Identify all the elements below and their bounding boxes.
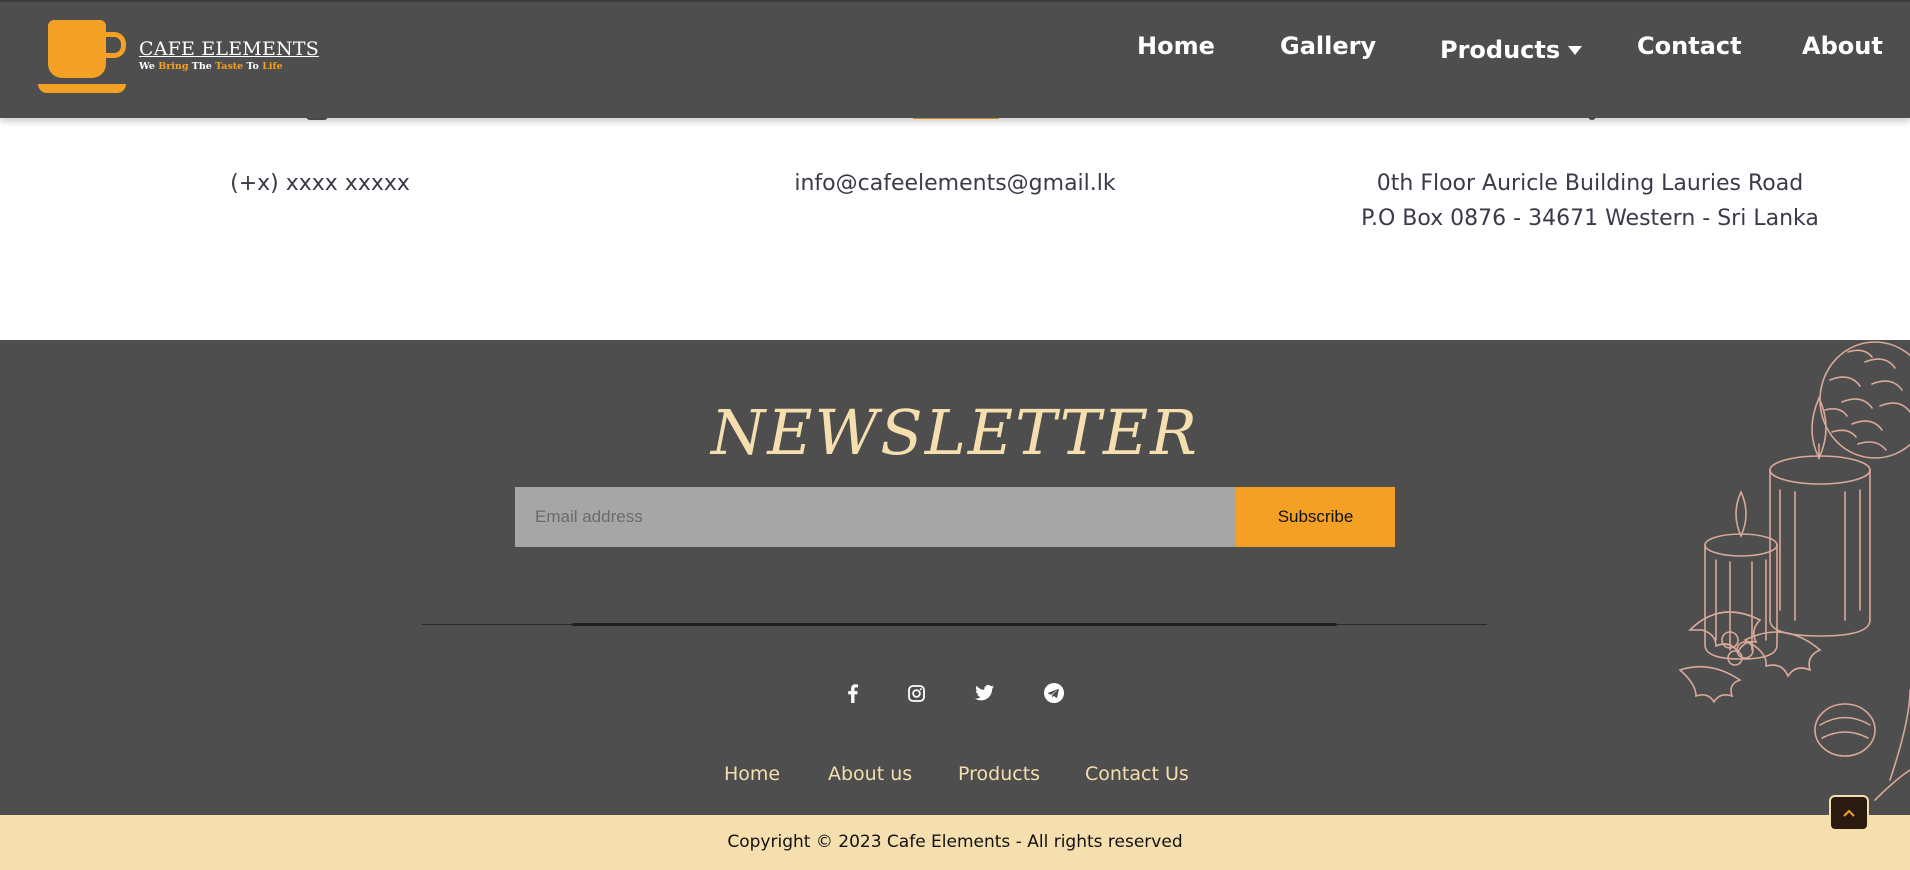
footer-divider-accent: [572, 623, 1337, 626]
email-input[interactable]: [515, 487, 1236, 547]
footer-link-products[interactable]: Products: [958, 763, 1040, 785]
tagline-word: We: [139, 61, 155, 72]
nav-contact[interactable]: Contact: [1637, 32, 1742, 60]
newsletter-title: NEWSLETTER: [711, 396, 1199, 469]
copyright-bar: Copyright © 2023 Cafe Elements - All rig…: [0, 815, 1910, 870]
contact-address: 0th Floor Auricle Building Lauries Road …: [1340, 166, 1840, 236]
footer-link-home[interactable]: Home: [724, 763, 780, 785]
brand-tagline: We Bring The Taste To Life: [139, 61, 283, 72]
coffee-cup-icon: [48, 20, 106, 78]
instagram-icon[interactable]: [903, 680, 929, 706]
nav-gallery[interactable]: Gallery: [1280, 32, 1376, 60]
contact-email[interactable]: info@cafeelements@gmail.lk: [760, 166, 1150, 201]
brand-logo[interactable]: CAFE ELEMENTS We Bring The Taste To Life: [38, 20, 319, 96]
tagline-word: Bring: [158, 61, 189, 72]
address-line-2: P.O Box 0876 - 34671 Western - Sri Lanka: [1361, 206, 1819, 231]
nav-home[interactable]: Home: [1137, 32, 1215, 60]
footer-link-about[interactable]: About us: [828, 763, 912, 785]
nav-products[interactable]: Products: [1440, 36, 1583, 64]
cup-handle: [102, 32, 126, 58]
tagline-word: The: [191, 61, 212, 72]
facebook-icon[interactable]: [840, 680, 866, 706]
subscribe-button[interactable]: Subscribe: [1236, 487, 1395, 547]
cup-saucer: [38, 84, 126, 93]
nav-about[interactable]: About: [1802, 32, 1883, 60]
back-to-top-button[interactable]: [1829, 795, 1869, 831]
nav-products-label: Products: [1440, 36, 1561, 64]
chevron-up-icon: [1843, 809, 1855, 817]
copyright-text: Copyright © 2023 Cafe Elements - All rig…: [727, 832, 1183, 852]
tagline-word: Taste: [215, 61, 244, 72]
contact-phone: (+x) xxxx xxxxx: [230, 171, 410, 196]
address-line-1: 0th Floor Auricle Building Lauries Road: [1376, 171, 1804, 196]
footer: NEWSLETTER Subscribe Home About us Produ…: [0, 340, 1910, 815]
footer-link-contact[interactable]: Contact Us: [1085, 763, 1189, 785]
navbar: CAFE ELEMENTS We Bring The Taste To Life…: [0, 0, 1910, 118]
caret-down-icon: [1568, 46, 1583, 55]
telegram-icon[interactable]: [1041, 680, 1067, 706]
twitter-icon[interactable]: [971, 680, 997, 706]
tagline-word: Life: [262, 61, 283, 72]
tagline-word: To: [246, 61, 259, 72]
brand-name: CAFE ELEMENTS: [139, 38, 319, 60]
